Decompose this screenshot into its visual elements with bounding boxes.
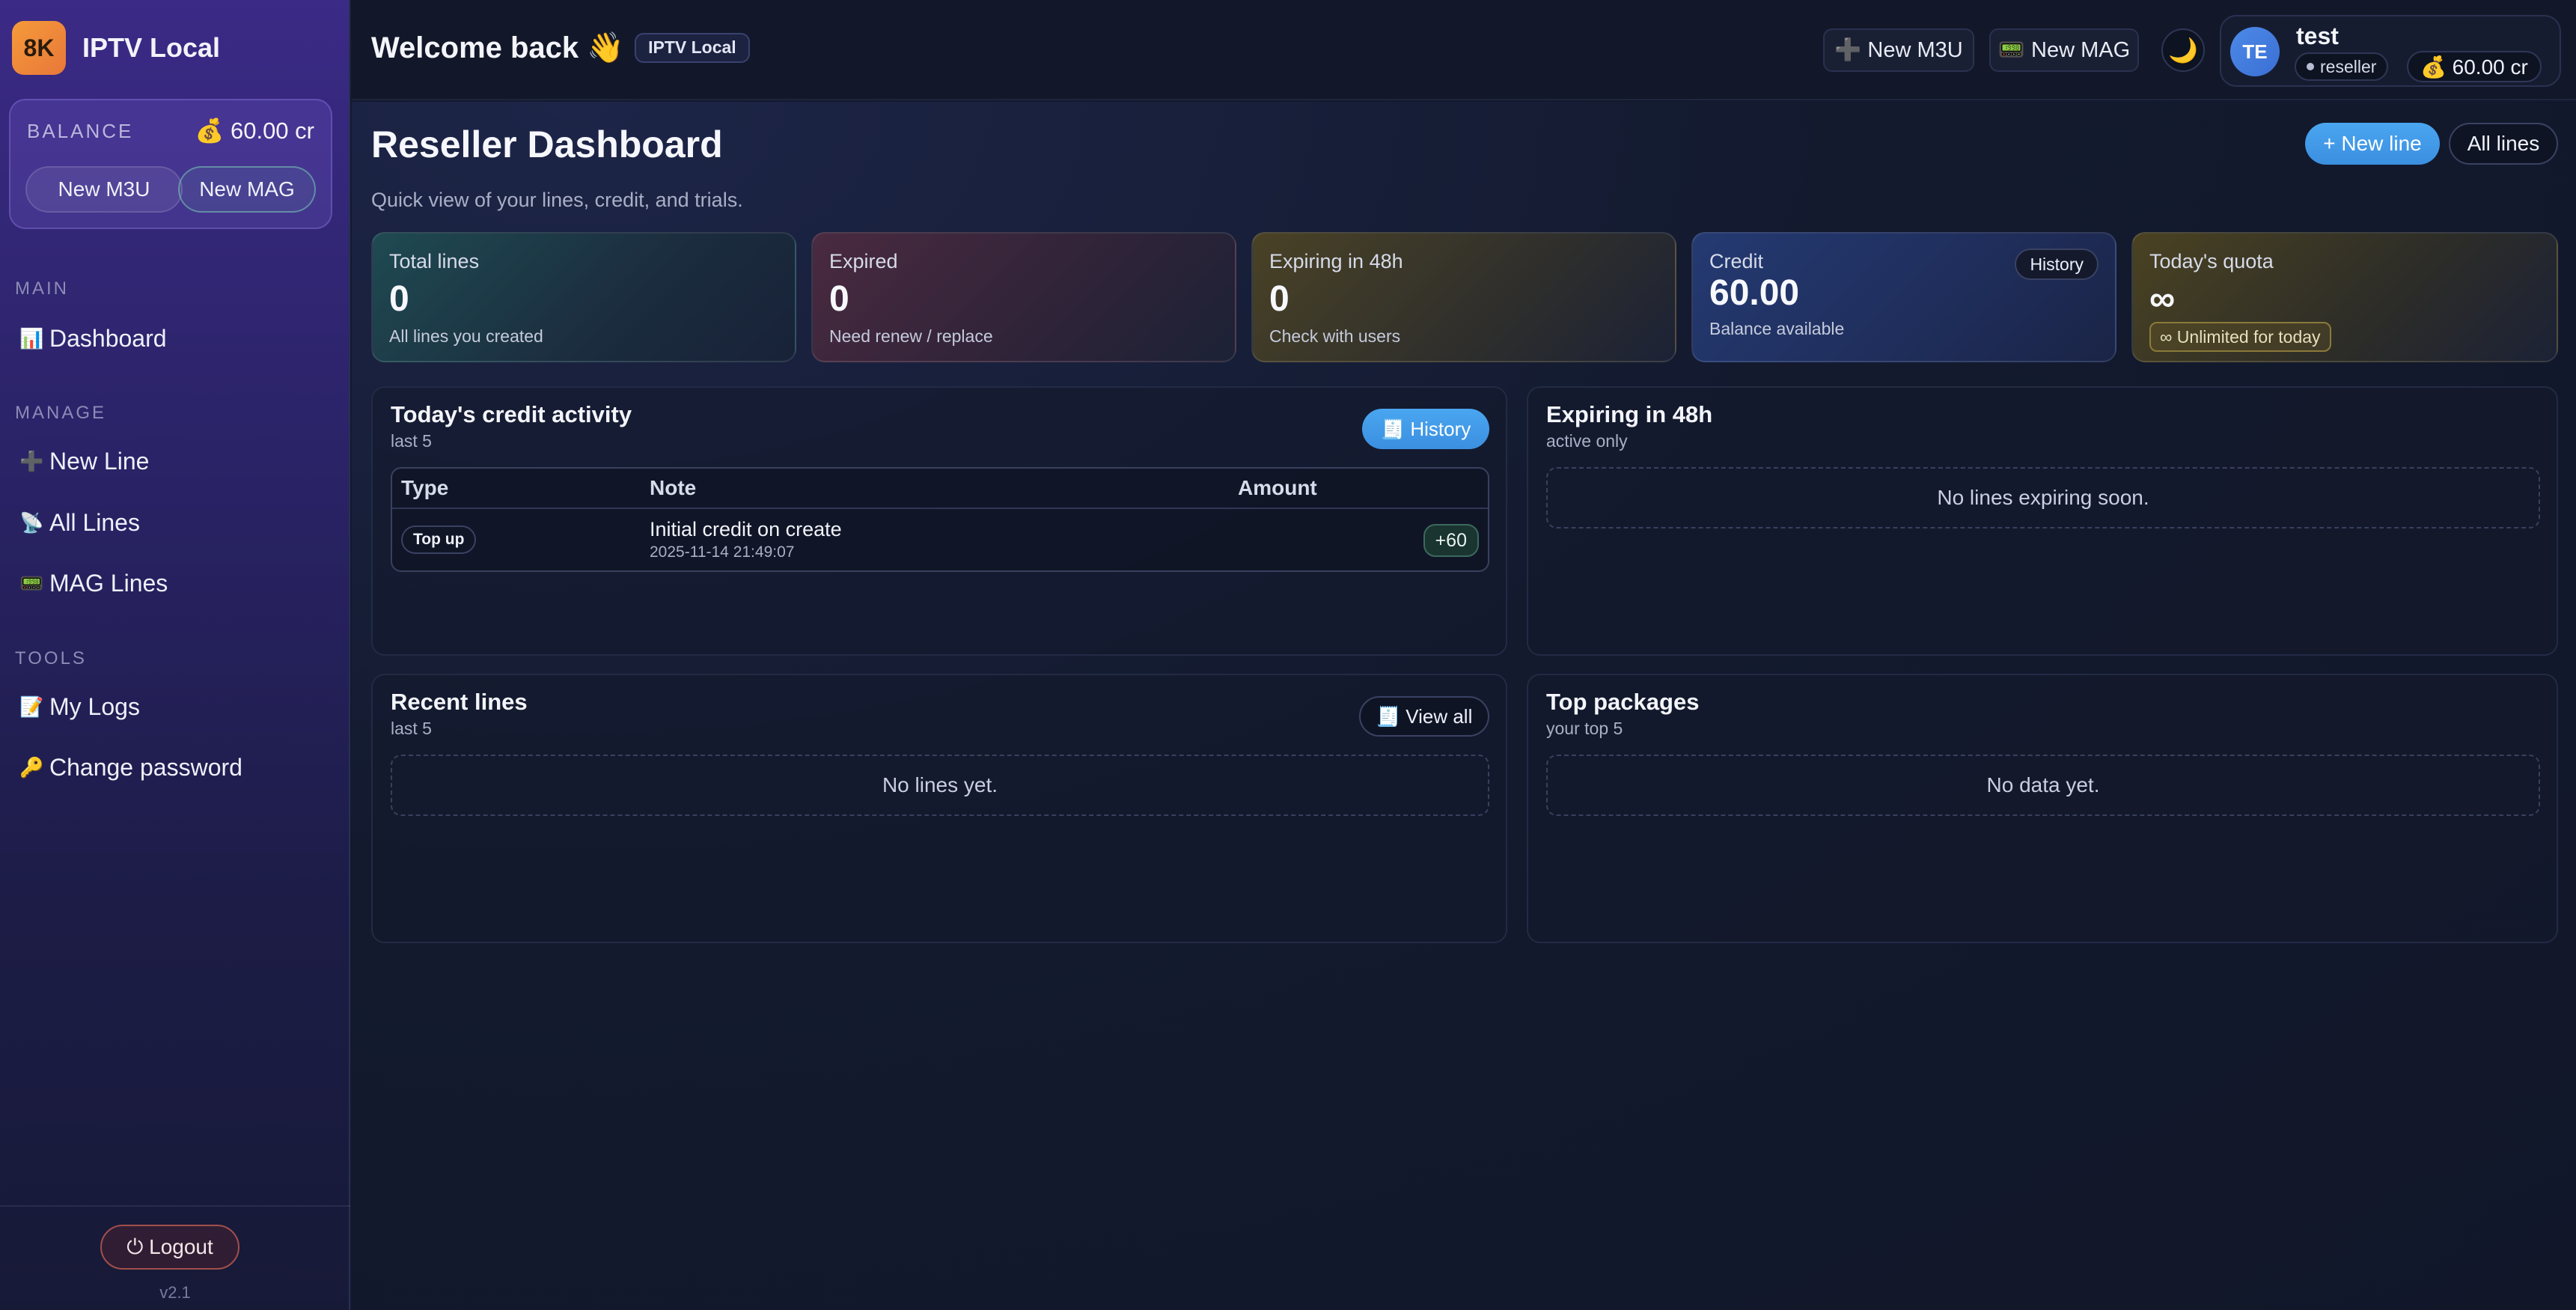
stat-card-credit: Credit 60.00 Balance available History: [1691, 232, 2116, 362]
balance-card: BALANCE 💰 60.00 cr New M3U New MAG: [9, 99, 332, 229]
all-lines-button[interactable]: All lines: [2449, 123, 2558, 165]
balance-value: 💰 60.00 cr: [195, 118, 314, 144]
new-line-button[interactable]: + New line: [2305, 123, 2440, 165]
history-button[interactable]: 🧾 History: [1362, 409, 1489, 449]
panel-title: Today's credit activity: [391, 401, 632, 427]
panel-title: Expiring in 48h: [1546, 401, 1713, 427]
empty-state: No lines expiring soon.: [1546, 467, 2540, 528]
new-m3u-button[interactable]: New M3U: [25, 166, 183, 213]
sidebar-item-label: New Line: [49, 448, 150, 475]
credit-table: Type Note Amount Top up Initial credit o…: [391, 467, 1489, 572]
sidebar-item-label: My Logs: [49, 693, 140, 720]
credit-activity-panel: Today's credit activity last 5 🧾 History…: [371, 386, 1507, 656]
brand[interactable]: 8K IPTV Local: [12, 21, 220, 75]
welcome-text: Welcome back 👋: [371, 31, 625, 64]
row-note: Initial credit on create: [650, 518, 842, 540]
panel-subtitle: active only: [1546, 431, 1628, 451]
stat-value: 0: [829, 279, 849, 319]
memo-icon: 📝: [19, 695, 44, 718]
new-mag-button[interactable]: New MAG: [178, 166, 316, 213]
logout-button[interactable]: ⏻ Logout: [100, 1225, 239, 1270]
stat-card-total-lines: Total lines 0 All lines you created: [371, 232, 796, 362]
column-header-note: Note: [650, 476, 697, 499]
stat-value: 60.00: [1709, 273, 1800, 313]
role-badge: reseller: [2295, 52, 2389, 81]
stat-value: 0: [389, 279, 409, 319]
top-new-m3u-button[interactable]: ➕ New M3U: [1823, 28, 1974, 72]
panel-subtitle: last 5: [391, 431, 432, 451]
sidebar-item-my-logs[interactable]: 📝 My Logs: [19, 693, 140, 721]
sidebar-item-label: Dashboard: [49, 325, 167, 352]
sidebar: 8K IPTV Local BALANCE 💰 60.00 cr New M3U…: [0, 0, 350, 1310]
stat-desc: All lines you created: [389, 326, 543, 346]
key-icon: 🔑: [19, 756, 44, 779]
sidebar-item-label: All Lines: [49, 509, 140, 536]
stat-label: Credit: [1709, 250, 1764, 272]
row-amount: +60: [1423, 524, 1479, 557]
top-packages-panel: Top packages your top 5 No data yet.: [1527, 674, 2558, 943]
sidebar-item-label: MAG Lines: [49, 570, 168, 597]
brand-name: IPTV Local: [82, 32, 221, 63]
app-tag: IPTV Local: [635, 32, 750, 63]
welcome-heading: Welcome back 👋 IPTV Local: [371, 30, 750, 65]
panel-subtitle: last 5: [391, 719, 432, 738]
status-dot-icon: [2307, 63, 2314, 70]
sidebar-item-label: Change password: [49, 754, 242, 781]
top-new-mag-button[interactable]: 📟 New MAG: [1989, 28, 2139, 72]
credit-history-button[interactable]: History: [2015, 249, 2099, 280]
sidebar-item-new-line[interactable]: ➕ New Line: [19, 448, 149, 475]
page-subtitle: Quick view of your lines, credit, and tr…: [371, 189, 743, 211]
theme-toggle-moon-icon[interactable]: 🌙: [2161, 28, 2205, 72]
sidebar-item-all-lines[interactable]: 📡 All Lines: [19, 509, 140, 537]
stat-card-quota: Today's quota ∞ ∞ Unlimited for today: [2131, 232, 2558, 362]
row-type-badge: Top up: [401, 525, 477, 554]
pager-icon: 📟: [19, 572, 44, 594]
stat-label: Expired: [829, 250, 898, 272]
version-label: v2.1: [159, 1283, 191, 1302]
empty-state: No data yet.: [1546, 755, 2540, 816]
stat-label: Expiring in 48h: [1269, 250, 1403, 272]
satellite-icon: 📡: [19, 511, 44, 534]
view-all-button[interactable]: 🧾 View all: [1359, 696, 1489, 737]
stat-card-expiring: Expiring in 48h 0 Check with users: [1251, 232, 1676, 362]
stat-value: 0: [1269, 279, 1289, 319]
main-content: Reseller Dashboard Quick view of your li…: [352, 102, 2576, 1310]
infinity-icon: ∞: [2149, 279, 2176, 319]
nav-section-tools: TOOLS: [15, 648, 87, 668]
role-text: reseller: [2320, 56, 2377, 76]
sidebar-item-mag-lines[interactable]: 📟 MAG Lines: [19, 570, 168, 597]
stat-desc: Balance available: [1709, 319, 1845, 338]
user-name: test: [2296, 22, 2339, 49]
column-header-type: Type: [401, 476, 449, 499]
sidebar-footer: ⏻ Logout v2.1: [0, 1205, 350, 1310]
table-divider: [392, 508, 1488, 509]
nav-section-manage: MANAGE: [15, 403, 107, 423]
avatar: TE: [2230, 27, 2280, 76]
empty-state: No lines yet.: [391, 755, 1489, 816]
stat-label: Today's quota: [2149, 250, 2274, 272]
balance-label: BALANCE: [27, 120, 134, 142]
recent-lines-panel: Recent lines last 5 🧾 View all No lines …: [371, 674, 1507, 943]
stat-desc: Check with users: [1269, 326, 1401, 346]
chart-icon: 📊: [19, 327, 44, 350]
sidebar-item-dashboard[interactable]: 📊 Dashboard: [19, 325, 167, 353]
row-date: 2025-11-14 21:49:07: [650, 543, 795, 561]
topbar: Welcome back 👋 IPTV Local ➕ New M3U 📟 Ne…: [352, 0, 2576, 100]
user-menu[interactable]: TE test reseller 💰 60.00 cr: [2220, 15, 2561, 87]
quota-badge: ∞ Unlimited for today: [2149, 322, 2331, 352]
brand-logo: 8K: [12, 21, 66, 75]
panel-title: Top packages: [1546, 689, 1700, 715]
nav-section-main: MAIN: [15, 278, 69, 299]
sidebar-item-change-password[interactable]: 🔑 Change password: [19, 754, 242, 782]
expiring-panel: Expiring in 48h active only No lines exp…: [1527, 386, 2558, 656]
column-header-amount: Amount: [1238, 476, 1317, 499]
page-title: Reseller Dashboard: [371, 124, 723, 165]
panel-title: Recent lines: [391, 689, 528, 715]
stat-label: Total lines: [389, 250, 480, 272]
plus-icon: ➕: [19, 450, 44, 472]
panel-subtitle: your top 5: [1546, 719, 1623, 738]
stat-card-expired: Expired 0 Need renew / replace: [811, 232, 1236, 362]
user-credit-badge: 💰 60.00 cr: [2407, 51, 2542, 82]
stat-desc: Need renew / replace: [829, 326, 993, 346]
